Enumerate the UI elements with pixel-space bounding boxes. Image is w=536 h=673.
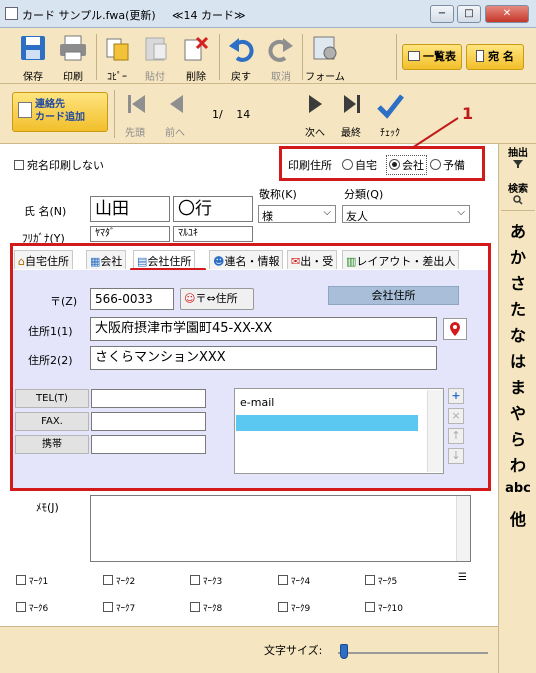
kana-index-other[interactable]: 他 [499, 506, 536, 530]
address1-field[interactable]: 大阪府摂津市学園町45-XX-XX [90, 317, 437, 341]
kana-index-abc[interactable]: abc [499, 481, 536, 496]
honorific-select[interactable]: 様 ⌵ [258, 205, 336, 223]
chevron-down-icon: ⌵ [323, 207, 331, 218]
no-print-checkbox[interactable]: 宛名印刷しない [14, 157, 104, 173]
map-pin-icon [450, 322, 460, 336]
address2-label: 住所2(2) [28, 354, 73, 367]
mark-3-checkbox[interactable]: ﾏｰｸ3 [190, 574, 222, 587]
filter-button[interactable]: 抽出 [499, 144, 536, 172]
email-selected-row[interactable] [236, 415, 418, 431]
mark-9-checkbox[interactable]: ﾏｰｸ9 [278, 601, 310, 614]
mark-2-checkbox[interactable]: ﾏｰｸ2 [103, 574, 135, 587]
address-section-title: 会社住所 [328, 286, 459, 305]
mark-5-checkbox[interactable]: ﾏｰｸ5 [365, 574, 397, 587]
mark-7-checkbox[interactable]: ﾏｰｸ7 [103, 601, 135, 614]
zip-label: 〒(Z) [50, 295, 78, 308]
kana-index-sa[interactable]: さ [499, 270, 536, 294]
print-address-spare-radio[interactable]: 予備 [430, 157, 465, 173]
mark-10-checkbox[interactable]: ﾏｰｸ10 [365, 601, 403, 614]
add-email-button[interactable]: + [448, 388, 464, 404]
mark-1-checkbox[interactable]: ﾏｰｸ1 [16, 574, 48, 587]
email-header: e-mail [240, 396, 275, 409]
print-address-company-radio[interactable]: 会社 [386, 155, 427, 175]
fax-label: FAX. [15, 412, 89, 431]
address2-field[interactable]: さくらマンションXXX [90, 346, 437, 370]
index-sidebar: 抽出 検索 あ か さ た な は ま や ら わ abc 他 [498, 144, 536, 673]
delete-email-button[interactable]: × [448, 408, 464, 424]
kana-index-ya[interactable]: や [499, 400, 536, 424]
search-button[interactable]: 検索 [499, 180, 536, 208]
mobile-field[interactable] [91, 435, 206, 454]
checkbox-box [14, 160, 24, 170]
font-size-label: 文字サイズ: [264, 644, 323, 657]
map-pin-button[interactable] [443, 318, 467, 340]
mark-6-checkbox[interactable]: ﾏｰｸ6 [16, 601, 48, 614]
kana-index-a[interactable]: あ [499, 218, 536, 242]
memo-scrollbar[interactable] [456, 496, 470, 561]
surname-field[interactable]: 山田 [90, 196, 170, 222]
funnel-icon [513, 160, 523, 168]
chevron-down-icon: ⌵ [457, 207, 465, 218]
print-address-label: 印刷住所 [288, 159, 332, 172]
kana-index-ka[interactable]: か [499, 244, 536, 268]
postman-icon: ☺ [184, 292, 196, 305]
radio-circle [430, 159, 441, 170]
memo-field[interactable] [90, 495, 471, 562]
mobile-label: 携帯 [15, 435, 89, 454]
sidebar-divider [501, 210, 535, 211]
move-up-email-button[interactable]: ↑ [448, 428, 464, 444]
given-name-field[interactable]: 〇行 [173, 196, 253, 222]
address1-label: 住所1(1) [28, 325, 73, 338]
kana-index-ha[interactable]: は [499, 348, 536, 372]
print-address-home-radio[interactable]: 自宅 [342, 157, 377, 173]
memo-label: ﾒﾓ(J) [36, 501, 59, 514]
kana-index-ta[interactable]: た [499, 296, 536, 320]
tel-field[interactable] [91, 389, 206, 408]
radio-circle-selected [389, 159, 400, 170]
fax-field[interactable] [91, 412, 206, 431]
magnifier-icon [513, 195, 523, 205]
mark-settings-icon[interactable]: ☰ [458, 572, 467, 583]
name-label: 氏 名(N) [24, 205, 67, 218]
kana-index-ra[interactable]: ら [499, 426, 536, 450]
category-select[interactable]: 友人 ⌵ [342, 205, 470, 223]
kana-index-ma[interactable]: ま [499, 374, 536, 398]
email-list[interactable]: e-mail [234, 388, 444, 474]
tel-label: TEL(T) [15, 389, 89, 408]
status-bar [0, 626, 498, 673]
font-size-slider-track[interactable] [338, 652, 488, 654]
furigana-surname-field[interactable]: ﾔﾏﾀﾞ [90, 226, 170, 242]
category-label: 分類(Q) [344, 188, 384, 201]
email-scrollbar[interactable] [427, 390, 443, 472]
kana-index-na[interactable]: な [499, 322, 536, 346]
font-size-slider-thumb[interactable] [340, 644, 348, 659]
zip-to-address-button[interactable]: ☺〒⇔住所 [180, 288, 254, 310]
radio-circle [342, 159, 353, 170]
honorific-label: 敬称(K) [259, 188, 297, 201]
kana-index-wa[interactable]: わ [499, 452, 536, 476]
move-down-email-button[interactable]: ↓ [448, 448, 464, 464]
zip-field[interactable]: 566-0033 [90, 288, 174, 310]
mark-8-checkbox[interactable]: ﾏｰｸ8 [190, 601, 222, 614]
mark-4-checkbox[interactable]: ﾏｰｸ4 [278, 574, 310, 587]
furigana-given-field[interactable]: ﾏﾙﾕｷ [173, 226, 253, 242]
